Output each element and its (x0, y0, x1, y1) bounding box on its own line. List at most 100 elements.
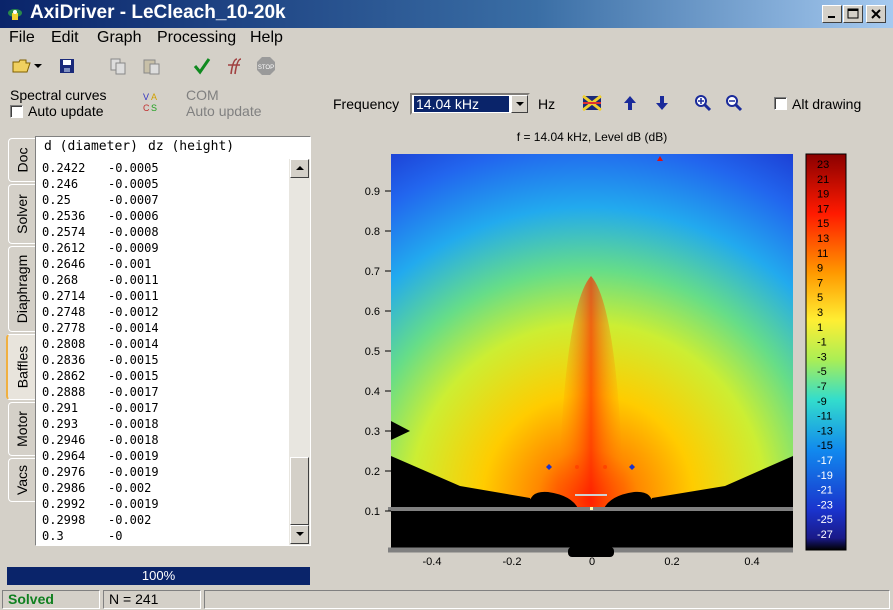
colorbar-tick-label: -27 (817, 529, 833, 541)
colorbar-tick-label: 9 (817, 263, 823, 275)
cell-diameter: 0.2778 (42, 321, 86, 335)
cell-height: -0.0018 (108, 417, 159, 431)
menu-graph[interactable]: Graph (97, 29, 141, 47)
table-row[interactable]: 0.2808 -0.0014 (42, 336, 292, 352)
svg-text:V: V (143, 92, 149, 102)
table-row[interactable]: 0.2748 -0.0012 (42, 304, 292, 320)
table-row[interactable]: 0.2646 -0.001 (42, 256, 292, 272)
table-row[interactable]: 0.2836 -0.0015 (42, 352, 292, 368)
colorbar-tick-label: 21 (817, 174, 829, 186)
scroll-down-button[interactable] (290, 525, 309, 544)
table-row[interactable]: 0.2536 -0.0006 (42, 208, 292, 224)
arrow-down-button[interactable] (650, 91, 674, 115)
flag-icon (582, 95, 602, 111)
colorbar-tick-label: -13 (817, 425, 833, 437)
flag-button[interactable] (580, 91, 604, 115)
table-row[interactable]: 0.2998 -0.002 (42, 512, 292, 528)
table-row[interactable]: 0.2964 -0.0019 (42, 448, 292, 464)
table-row[interactable]: 0.291 -0.0017 (42, 400, 292, 416)
y-tick-label: 0.4 (365, 386, 380, 398)
paste-button[interactable] (139, 54, 163, 78)
baffle-body (391, 508, 793, 550)
table-row[interactable]: 0.2976 -0.0019 (42, 464, 292, 480)
table-row[interactable]: 0.2422 -0.0005 (42, 160, 292, 176)
save-button[interactable] (55, 54, 79, 78)
cell-height: -0.0014 (108, 321, 159, 335)
validate-button[interactable] (190, 54, 214, 78)
field-map (391, 154, 793, 550)
table-row[interactable]: 0.2612 -0.0009 (42, 240, 292, 256)
table-row[interactable]: 0.2992 -0.0019 (42, 496, 292, 512)
zoom-in-button[interactable] (691, 91, 715, 115)
arrow-up-button[interactable] (618, 91, 642, 115)
minimize-button[interactable] (822, 5, 842, 23)
frequency-select[interactable]: 14.04 kHz (410, 93, 530, 115)
tab-motor[interactable]: Motor (8, 402, 36, 456)
cell-height: -0.0019 (108, 497, 159, 511)
menu-edit[interactable]: Edit (51, 29, 79, 47)
tab-vacs[interactable]: Vacs (8, 458, 36, 502)
y-tick-label: 0.5 (365, 346, 380, 358)
table-row[interactable]: 0.3 -0 (42, 528, 292, 544)
table-row[interactable]: 0.268 -0.0011 (42, 272, 292, 288)
vertical-scrollbar[interactable] (289, 159, 310, 545)
colorbar-tick-label: 1 (817, 322, 823, 334)
cell-height: -0.0008 (108, 225, 159, 239)
colorbar-tick-label: -15 (817, 440, 833, 452)
progress-bar: 100% (7, 567, 310, 585)
marker-center (590, 507, 593, 510)
menu-help[interactable]: Help (250, 29, 283, 47)
table-row[interactable]: 0.25 -0.0007 (42, 192, 292, 208)
colorbar-tick-label: 17 (817, 203, 829, 215)
copy-icon (110, 58, 126, 75)
cell-height: -0.0019 (108, 449, 159, 463)
com-auto-update-label[interactable]: Auto update (186, 103, 262, 119)
tab-solver[interactable]: Solver (8, 184, 36, 244)
scroll-up-button[interactable] (290, 159, 309, 178)
progress-label: 100% (141, 568, 176, 583)
colorbar-tick-label: 23 (817, 159, 829, 171)
table-row[interactable]: 0.2714 -0.0011 (42, 288, 292, 304)
table-row[interactable]: 0.293 -0.0018 (42, 416, 292, 432)
open-button[interactable] (10, 54, 34, 78)
alt-drawing-checkbox[interactable] (774, 97, 787, 110)
zoom-out-button[interactable] (722, 91, 746, 115)
colorbar-tick-label: -5 (817, 366, 827, 378)
colorbar-tick-label: -23 (817, 499, 833, 511)
table-row[interactable]: 0.2888 -0.0017 (42, 384, 292, 400)
colorbar-tick-label: 11 (817, 248, 828, 260)
close-button[interactable] (866, 5, 886, 23)
tab-doc[interactable]: Doc (8, 138, 36, 182)
table-row[interactable]: 0.246 -0.0005 (42, 176, 292, 192)
table-row[interactable]: 0.2778 -0.0014 (42, 320, 292, 336)
table-row[interactable]: 0.2986 -0.002 (42, 480, 292, 496)
table-row[interactable]: 0.2862 -0.0015 (42, 368, 292, 384)
cell-diameter: 0.2646 (42, 257, 86, 271)
stop-button[interactable]: STOP (254, 54, 278, 78)
menu-file[interactable]: File (9, 29, 35, 47)
cell-diameter: 0.2986 (42, 481, 86, 495)
scroll-thumb[interactable] (290, 457, 309, 525)
tab-baffles[interactable]: Baffles (6, 334, 38, 400)
auto-update-checkbox[interactable] (10, 105, 23, 118)
cell-diameter: 0.2612 (42, 241, 86, 255)
colorbar-tick-label: 15 (817, 218, 829, 230)
com-label: COM (186, 87, 219, 103)
menu-processing[interactable]: Processing (157, 29, 236, 47)
y-tick-label: 0.1 (365, 506, 380, 518)
frequency-dropdown-button[interactable] (511, 95, 528, 113)
ff-button[interactable] (222, 54, 246, 78)
cell-diameter: 0.3 (42, 529, 64, 543)
x-tick-label: -0.4 (423, 556, 442, 568)
copy-button[interactable] (106, 54, 130, 78)
table-row[interactable]: 0.2574 -0.0008 (42, 224, 292, 240)
tab-diaphragm[interactable]: Diaphragm (8, 246, 36, 332)
cell-diameter: 0.268 (42, 273, 79, 287)
cell-height: -0.0011 (108, 289, 159, 303)
arrow-down-small-icon (295, 532, 304, 536)
open-dropdown-button[interactable] (32, 54, 44, 78)
table-row[interactable]: 0.2946 -0.0018 (42, 432, 292, 448)
cell-diameter: 0.2888 (42, 385, 86, 399)
maximize-button[interactable] (843, 5, 863, 23)
cell-height: -0.0012 (108, 305, 159, 319)
